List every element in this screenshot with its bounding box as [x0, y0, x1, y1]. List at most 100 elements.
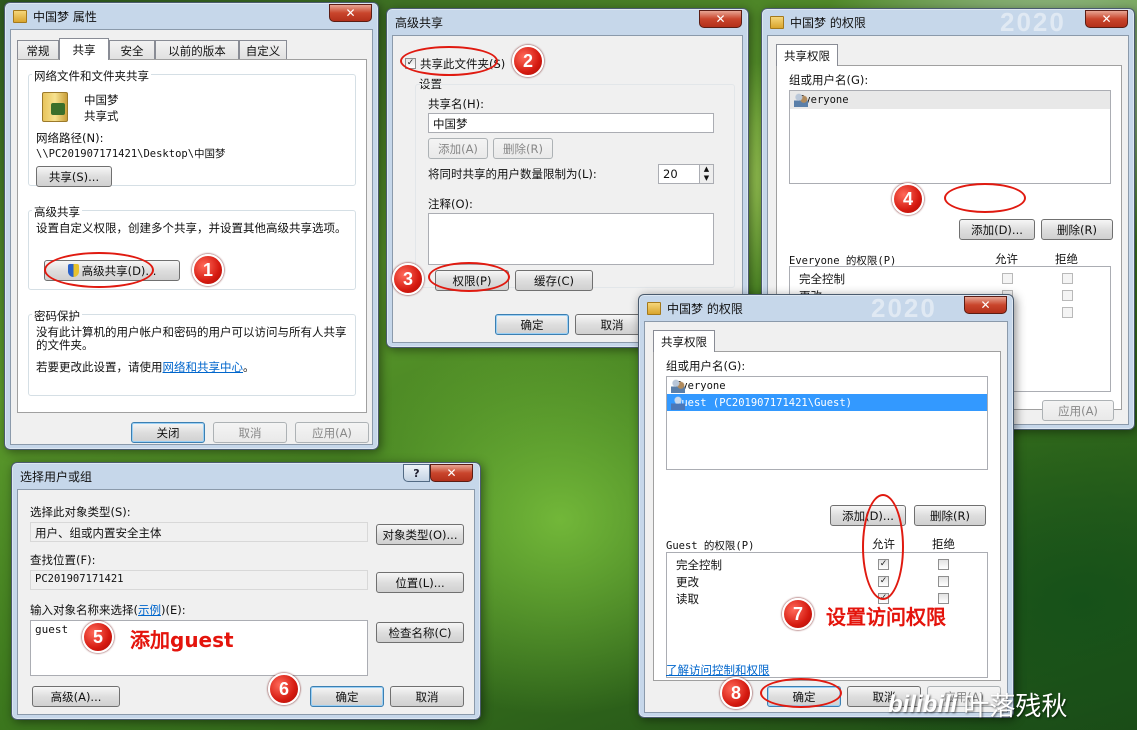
deny-full-checkbox[interactable] [1062, 273, 1073, 284]
network-path-value: \\PC201907171421\Desktop\中国梦 [36, 148, 226, 160]
select-users-window: 选择用户或组 ? ✕ 选择此对象类型(S): 用户、组或内置安全主体 对象类型(… [11, 462, 481, 720]
folder-icon [647, 301, 661, 315]
object-name-label: 输入对象名称来选择(示例)(E): [30, 603, 186, 617]
object-type-label: 选择此对象类型(S): [30, 505, 131, 519]
comment-label: 注释(O): [428, 197, 473, 211]
network-center-link[interactable]: 网络和共享中心 [163, 360, 244, 374]
close-icon[interactable]: ✕ [699, 10, 742, 28]
tab-sharing[interactable]: 共享 [59, 38, 109, 60]
highlight-ring [428, 262, 510, 292]
perm-change: 更改 [676, 575, 699, 589]
add-user-button[interactable]: 添加(D)... [959, 219, 1035, 240]
share-button[interactable]: 共享(S)... [36, 166, 112, 187]
group-title: 密码保护 [32, 308, 82, 324]
tab-share-permissions[interactable]: 共享权限 [653, 330, 715, 352]
users-list[interactable]: Everyone Guest (PC201907171421\Guest) [666, 376, 988, 470]
step-marker-2: 2 [512, 45, 544, 77]
permissions-window-guest: 中国梦 的权限 2020 ✕ 共享权限 组或用户名(G): Everyone G… [638, 293, 1014, 718]
user-limit-label: 将同时共享的用户数量限制为(L): [428, 167, 597, 181]
deny-full-checkbox[interactable] [938, 559, 949, 570]
step-marker-1: 1 [192, 254, 224, 286]
password-change-text: 若要更改此设置，请使用网络和共享中心。 [36, 360, 255, 374]
shared-folder-icon [42, 92, 68, 122]
ok-button[interactable]: 确定 [310, 686, 384, 707]
location-label: 查找位置(F): [30, 553, 96, 567]
watermark-2020: 2020 [871, 293, 937, 323]
object-types-button[interactable]: 对象类型(O)... [376, 524, 464, 545]
examples-link[interactable]: 示例 [138, 603, 161, 617]
window-title: 中国梦 属性 [33, 9, 97, 24]
properties-window: 中国梦 属性 ✕ 常规 共享 安全 以前的版本 自定义 网络文件和文件夹共享 中… [4, 2, 379, 450]
group-users-label: 组或用户名(G): [789, 73, 869, 87]
tab-general[interactable]: 常规 [17, 40, 59, 60]
perm-full-control: 完全控制 [799, 272, 845, 286]
close-icon[interactable]: ✕ [329, 4, 372, 22]
users-group-icon [794, 93, 808, 107]
title-bar: 中国梦 属性 [5, 3, 378, 29]
users-list[interactable]: Everyone [789, 90, 1111, 184]
tab-previous-versions[interactable]: 以前的版本 [155, 40, 239, 60]
list-item-selected[interactable]: Guest (PC201907171421\Guest) [667, 394, 987, 411]
author-name: 叶落残秋 [963, 692, 1068, 722]
access-control-link[interactable]: 了解访问控制和权限 [666, 662, 770, 678]
close-icon[interactable]: ✕ [1085, 10, 1128, 28]
deny-read-checkbox[interactable] [1062, 307, 1073, 318]
add-button[interactable]: 添加(A) [428, 138, 488, 159]
folder-icon [770, 15, 784, 29]
spinner-arrows[interactable]: ▲ ▼ [699, 164, 714, 184]
add-guest-annotation: 添加guest [130, 628, 234, 652]
set-permission-annotation: 设置访问权限 [826, 605, 946, 629]
apply-button[interactable]: 应用(A) [1042, 400, 1114, 421]
cancel-button[interactable]: 取消 [213, 422, 287, 443]
step-marker-3: 3 [392, 263, 424, 295]
highlight-ring [44, 252, 154, 288]
folder-icon [13, 9, 27, 23]
close-icon[interactable]: ✕ [964, 296, 1007, 314]
window-title: 选择用户或组 [20, 469, 93, 484]
user-limit-input[interactable]: 20 [658, 164, 702, 184]
network-path-label: 网络路径(N): [36, 131, 104, 145]
step-marker-7: 7 [782, 598, 814, 630]
tab-security[interactable]: 安全 [109, 40, 155, 60]
step-marker-4: 4 [892, 183, 924, 215]
allow-full-checkbox[interactable] [1002, 273, 1013, 284]
cancel-button[interactable]: 取消 [390, 686, 464, 707]
group-users-label: 组或用户名(G): [666, 359, 746, 373]
deny-header: 拒绝 [1055, 252, 1078, 266]
tab-share-permissions[interactable]: 共享权限 [776, 44, 838, 66]
share-name-label: 共享名(H): [428, 97, 484, 111]
object-type-value: 用户、组或内置安全主体 [30, 522, 368, 542]
group-title: 网络文件和文件夹共享 [32, 68, 151, 84]
user-icon [671, 395, 685, 410]
list-item[interactable]: Everyone [667, 377, 987, 394]
password-description: 没有此计算机的用户帐户和密码的用户可以访问与所有人共享的文件夹。 [36, 325, 347, 352]
tab-customize[interactable]: 自定义 [239, 40, 287, 60]
close-button[interactable]: 关闭 [131, 422, 205, 443]
advanced-button[interactable]: 高级(A)... [32, 686, 120, 707]
title-bar: 中国梦 的权限 [762, 9, 1134, 35]
client-area: 常规 共享 安全 以前的版本 自定义 网络文件和文件夹共享 中国梦 共享式 网络… [10, 29, 373, 445]
remove-user-button[interactable]: 删除(R) [1041, 219, 1113, 240]
adv-description: 设置自定义权限，创建多个共享，并设置其他高级共享选项。 [36, 221, 347, 235]
check-names-button[interactable]: 检查名称(C) [376, 622, 464, 643]
caching-button[interactable]: 缓存(C) [515, 270, 593, 291]
share-name-input[interactable]: 中国梦 [428, 113, 714, 133]
list-item[interactable]: Everyone [790, 91, 1110, 109]
comment-input[interactable] [428, 213, 714, 265]
help-icon[interactable]: ? [403, 464, 430, 482]
close-icon[interactable]: ✕ [430, 464, 473, 482]
remove-user-button[interactable]: 删除(R) [914, 505, 986, 526]
step-marker-8: 8 [720, 677, 752, 709]
locations-button[interactable]: 位置(L)... [376, 572, 464, 593]
apply-button[interactable]: 应用(A) [295, 422, 369, 443]
allow-header: 允许 [995, 252, 1018, 266]
deny-change-checkbox[interactable] [938, 576, 949, 587]
window-title: 中国梦 的权限 [790, 15, 866, 30]
ok-button[interactable]: 确定 [495, 314, 569, 335]
folder-state: 共享式 [84, 109, 119, 123]
permissions-panel: 组或用户名(G): Everyone Guest (PC201907171421… [653, 351, 1001, 681]
remove-button[interactable]: 删除(R) [493, 138, 553, 159]
deny-change-checkbox[interactable] [1062, 290, 1073, 301]
location-value: PC201907171421 [30, 570, 368, 590]
watermark-2020: 2020 [1000, 7, 1066, 37]
